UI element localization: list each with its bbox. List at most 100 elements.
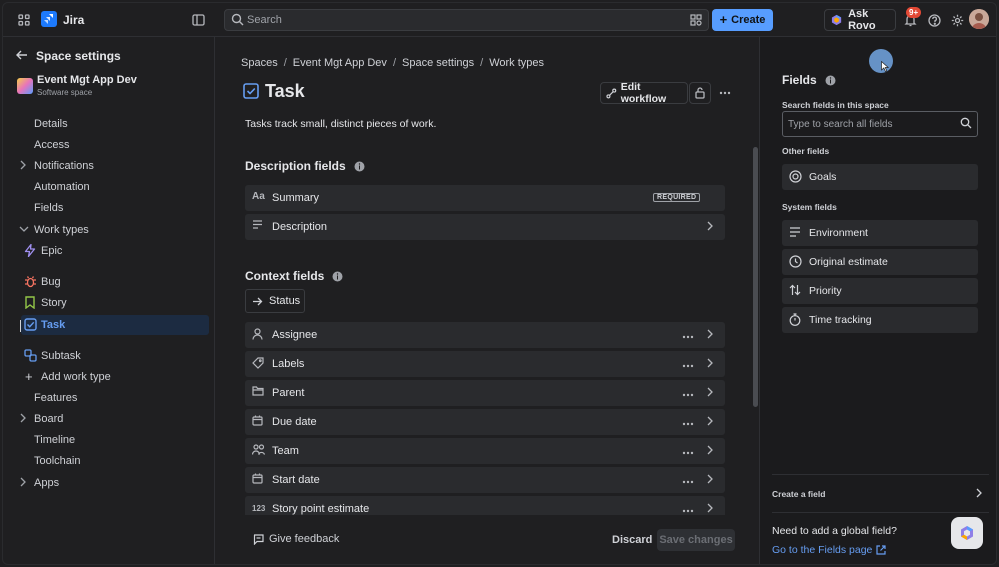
rovo-chat-button[interactable]: [951, 517, 983, 549]
plus-icon: +: [719, 12, 728, 27]
breadcrumb-space-settings[interactable]: Space settings: [402, 57, 474, 69]
sidebar-item-access[interactable]: Access: [3, 135, 215, 155]
plus-icon: +: [25, 369, 33, 384]
sidebar-item-label: Timeline: [34, 434, 76, 446]
user-avatar[interactable]: [969, 9, 989, 29]
chevron-right-icon[interactable]: [975, 487, 983, 501]
calendar-icon: [252, 415, 263, 429]
search-input[interactable]: Search: [224, 9, 709, 31]
back-arrow-icon[interactable]: [15, 48, 29, 62]
chevron-right-icon[interactable]: [706, 502, 714, 515]
more-actions-icon[interactable]: [682, 386, 694, 400]
chevron-down-icon[interactable]: [19, 224, 29, 236]
chevron-right-icon[interactable]: [19, 160, 27, 173]
sidebar-item-label: Add work type: [41, 371, 111, 383]
brand-name[interactable]: Jira: [63, 13, 84, 27]
sidebar-item-epic[interactable]: Epic: [3, 241, 215, 261]
discard-button[interactable]: Discard: [612, 534, 652, 546]
info-icon[interactable]: [332, 271, 343, 282]
chevron-right-icon[interactable]: [706, 444, 714, 458]
field-row-parent[interactable]: Parent: [245, 380, 725, 406]
more-actions-icon[interactable]: [682, 357, 694, 371]
field-row-assignee[interactable]: Assignee: [245, 322, 725, 348]
chevron-right-icon[interactable]: [706, 328, 714, 342]
field-row-due-date[interactable]: Due date: [245, 409, 725, 435]
panel-field-goals[interactable]: Goals: [782, 164, 978, 190]
more-actions-icon[interactable]: [682, 473, 694, 487]
sidebar-item-automation[interactable]: Automation: [3, 177, 215, 197]
breadcrumb-work-types[interactable]: Work types: [489, 57, 544, 69]
field-row-team[interactable]: Team: [245, 438, 725, 464]
field-row-labels[interactable]: Labels: [245, 351, 725, 377]
sidebar-item-toolchain[interactable]: Toolchain: [3, 451, 215, 471]
editor-scroll-area: Spaces / Event Mgt App Dev / Space setti…: [215, 37, 759, 515]
create-button[interactable]: + Create: [712, 9, 773, 31]
sidebar-item-features[interactable]: Features: [3, 388, 215, 408]
sidebar-item-work-types[interactable]: Work types: [3, 220, 215, 240]
more-actions-icon[interactable]: [682, 415, 694, 429]
info-icon[interactable]: [354, 161, 365, 172]
breadcrumb-spaces[interactable]: Spaces: [241, 57, 278, 69]
search-fields-placeholder: Type to search all fields: [788, 119, 893, 130]
search-filter-icon[interactable]: [688, 12, 704, 28]
sidebar-item-story[interactable]: Story: [3, 293, 215, 313]
chevron-right-icon[interactable]: [706, 357, 714, 371]
sidebar-item-bug[interactable]: Bug: [3, 272, 215, 292]
section-title: Context fields: [245, 269, 325, 283]
search-fields-input[interactable]: Type to search all fields: [782, 111, 978, 137]
status-label: Status: [269, 295, 301, 307]
panel-field-priority[interactable]: Priority: [782, 278, 978, 304]
settings-gear-icon[interactable]: [946, 9, 968, 31]
stopwatch-icon: [789, 313, 801, 329]
sort-arrows-icon: [789, 284, 801, 299]
sidebar-item-task[interactable]: Task: [21, 315, 209, 335]
sidebar-item-subtask[interactable]: Subtask: [3, 346, 215, 366]
lines-icon: [789, 226, 801, 240]
more-actions-icon[interactable]: [682, 444, 694, 458]
panel-title: Fields: [782, 73, 836, 87]
more-actions-icon[interactable]: [682, 502, 694, 515]
sidebar-item-apps[interactable]: Apps: [3, 473, 215, 493]
chevron-right-icon[interactable]: [19, 477, 27, 490]
sidebar-item-board[interactable]: Board: [3, 409, 215, 429]
sidebar-item-label: Board: [34, 413, 64, 425]
app-switcher-icon[interactable]: [13, 9, 35, 31]
more-actions-icon[interactable]: [714, 82, 736, 104]
sidebar-item-fields[interactable]: Fields: [3, 198, 215, 218]
go-to-fields-page-link[interactable]: Go to the Fields page: [772, 544, 887, 556]
save-changes-button[interactable]: Save changes: [657, 529, 735, 551]
help-icon[interactable]: [923, 9, 945, 31]
panel-field-environment[interactable]: Environment: [782, 220, 978, 246]
ask-rovo-button[interactable]: Ask Rovo: [824, 8, 896, 32]
status-field[interactable]: Status: [245, 289, 305, 313]
chevron-right-icon[interactable]: [706, 473, 714, 487]
sidebar-item-timeline[interactable]: Timeline: [3, 430, 215, 450]
chevron-right-icon[interactable]: [706, 415, 714, 429]
more-actions-icon[interactable]: [682, 328, 694, 342]
breadcrumb-project[interactable]: Event Mgt App Dev: [293, 57, 387, 69]
create-field-link[interactable]: Create a field: [772, 489, 825, 499]
info-icon[interactable]: [825, 75, 836, 86]
add-work-type-button[interactable]: + Add work type: [3, 367, 215, 387]
lock-icon[interactable]: [689, 82, 711, 104]
scrollbar[interactable]: [753, 147, 758, 407]
sidebar-item-details[interactable]: Details: [3, 114, 215, 134]
edit-workflow-button[interactable]: Edit workflow: [600, 81, 688, 105]
panel-field-original-estimate[interactable]: Original estimate: [782, 249, 978, 275]
panel-field-time-tracking[interactable]: Time tracking: [782, 307, 978, 333]
context-fields-heading: Context fields: [245, 269, 343, 283]
chevron-right-icon[interactable]: [706, 220, 714, 234]
give-feedback-button[interactable]: Give feedback: [253, 533, 339, 545]
sidebar-item-label: Details: [34, 118, 68, 130]
collapse-sidebar-icon[interactable]: [187, 9, 209, 31]
jira-logo-icon[interactable]: [41, 11, 57, 27]
field-label: Story point estimate: [272, 503, 370, 515]
chevron-right-icon[interactable]: [706, 386, 714, 400]
number-format-icon: 123: [252, 504, 266, 513]
chevron-right-icon[interactable]: [19, 413, 27, 426]
field-row-start-date[interactable]: Start date: [245, 467, 725, 493]
field-row-description[interactable]: Description: [245, 214, 725, 240]
field-row-summary[interactable]: Aa Summary REQUIRED: [245, 185, 725, 211]
sidebar-item-notifications[interactable]: Notifications: [3, 156, 215, 176]
field-row-story-point-estimate[interactable]: 123 Story point estimate: [245, 496, 725, 515]
